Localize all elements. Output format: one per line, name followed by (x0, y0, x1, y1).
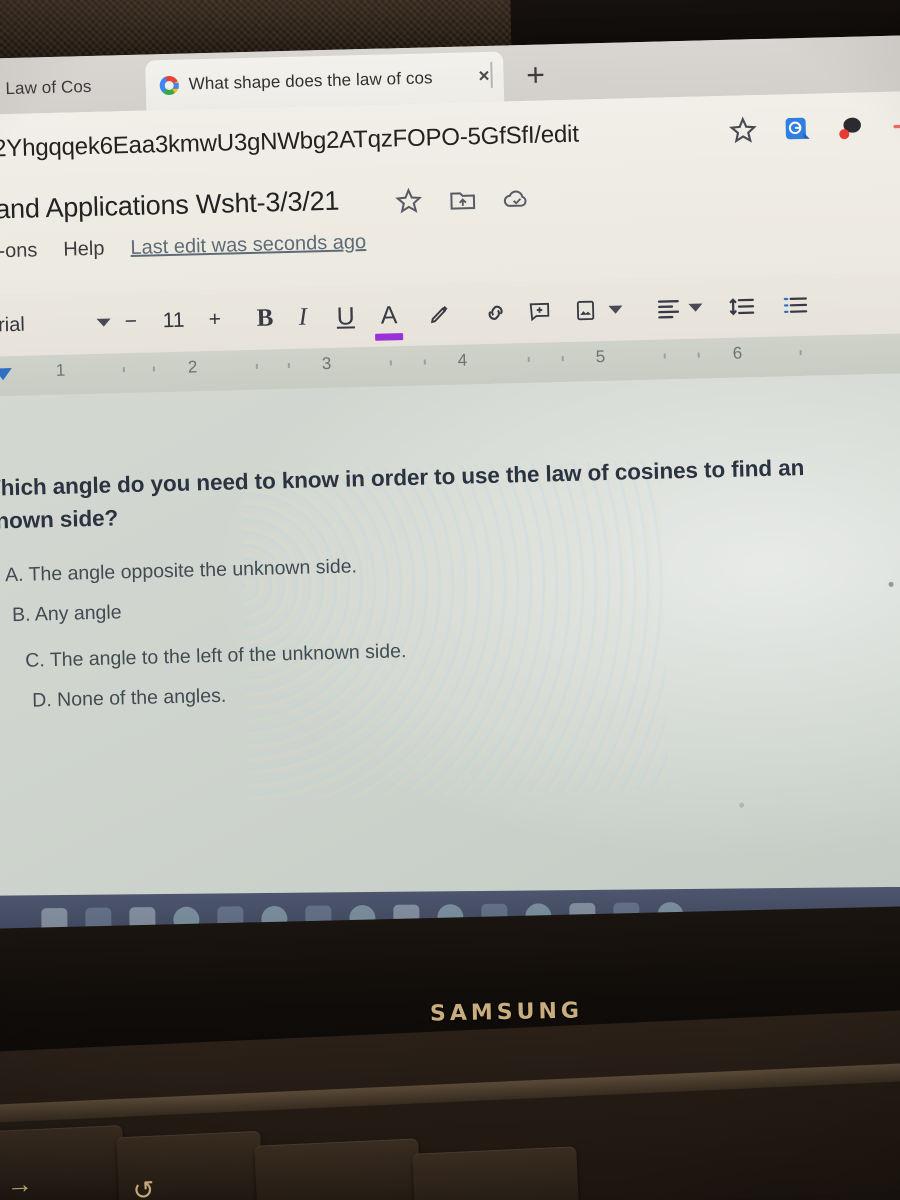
font-size-increase-button[interactable]: + (208, 308, 221, 332)
dark-blob-extension-icon[interactable] (836, 112, 867, 143)
keyboard-key-blank[interactable] (254, 1138, 422, 1200)
text-color-label: A (380, 300, 398, 330)
answer-choice-a[interactable]: A. The angle opposite the unknown side. (5, 555, 357, 587)
ruler-number: 1 (55, 360, 66, 380)
dust-speck (888, 581, 894, 587)
text-color-button[interactable]: A (375, 300, 404, 341)
photo-scene: re - Law of Cos × What shape does the la… (0, 0, 900, 1200)
image-dropdown-caret-icon[interactable] (608, 305, 623, 314)
bookmark-star-icon[interactable] (728, 115, 759, 146)
last-edit-status[interactable]: Last edit was seconds ago (130, 231, 366, 260)
laptop-screen: re - Law of Cos × What shape does the la… (0, 33, 900, 940)
keyboard-key-capslock[interactable]: ↺ (116, 1130, 264, 1200)
ruler-number: 6 (732, 343, 743, 363)
ruler-number: 2 (187, 357, 198, 377)
dust-speck (739, 802, 745, 808)
align-dropdown-caret-icon[interactable] (688, 303, 703, 312)
move-to-folder-icon[interactable] (447, 184, 478, 215)
keyboard-key-tab[interactable]: → (0, 1125, 126, 1200)
star-icon[interactable] (393, 186, 424, 217)
google-g-icon (159, 75, 179, 95)
question-text: 5. Which angle do you need to know in or… (0, 452, 816, 539)
font-dropdown-caret-icon[interactable] (96, 318, 111, 327)
cloud-saved-icon[interactable] (501, 183, 532, 214)
highlighter-icon[interactable] (426, 301, 453, 328)
add-comment-icon[interactable] (526, 298, 553, 325)
red-arrow-extension-icon[interactable] (890, 111, 900, 142)
bold-button[interactable]: B (256, 304, 273, 332)
text-color-swatch (375, 332, 404, 341)
ruler-number: 3 (321, 353, 332, 374)
checklist-icon[interactable] (781, 291, 810, 320)
docs-menu-bar: Add-ons Help Last edit was seconds ago (0, 231, 366, 264)
brand-logo: SAMSUNG (429, 998, 584, 1027)
address-bar-url[interactable]: RA2Yhgqqek6Eaa3kmwU3gNWbg2ATqzFOPO-5GfSf… (0, 121, 579, 165)
browser-tab-1[interactable]: What shape does the law of cos × (145, 51, 505, 111)
new-tab-button[interactable]: + (515, 54, 556, 95)
font-size-value[interactable]: 11 (162, 309, 184, 334)
insert-link-icon[interactable] (481, 298, 510, 327)
italic-button[interactable]: I (298, 304, 307, 332)
first-line-indent-triangle-icon[interactable] (0, 368, 13, 381)
ruler-number: 4 (457, 350, 468, 370)
insert-image-icon[interactable] (572, 297, 599, 324)
question-body: Which angle do you need to know in order… (0, 455, 805, 535)
underline-button[interactable]: U (336, 302, 355, 331)
document-page[interactable]: 5. Which angle do you need to know in or… (0, 371, 900, 938)
keyboard-key-blank[interactable] (412, 1146, 580, 1200)
document-title-icon-group (393, 183, 532, 216)
document-title[interactable]: es and Applications Wsht-3/3/21 (0, 186, 340, 227)
close-icon[interactable]: × (478, 66, 490, 88)
font-name-select[interactable]: Arial (0, 310, 135, 337)
omnibox-icon-group (728, 110, 900, 146)
align-icon[interactable] (654, 294, 683, 323)
tab-title: What shape does the law of cos (188, 68, 433, 94)
answer-choice-d[interactable]: D. None of the angles. (32, 685, 227, 713)
tab-title: re - Law of Cos (0, 76, 92, 99)
answer-choice-b[interactable]: B. Any angle (12, 601, 122, 627)
menu-item-addons[interactable]: Add-ons (0, 239, 38, 264)
font-size-decrease-button[interactable]: − (124, 310, 137, 334)
grammarly-extension-icon[interactable] (782, 114, 813, 145)
answer-choice-c[interactable]: C. The angle to the left of the unknown … (25, 640, 407, 673)
ruler-number: 5 (595, 347, 606, 367)
line-spacing-icon[interactable] (728, 292, 757, 321)
menu-item-help[interactable]: Help (63, 238, 105, 262)
